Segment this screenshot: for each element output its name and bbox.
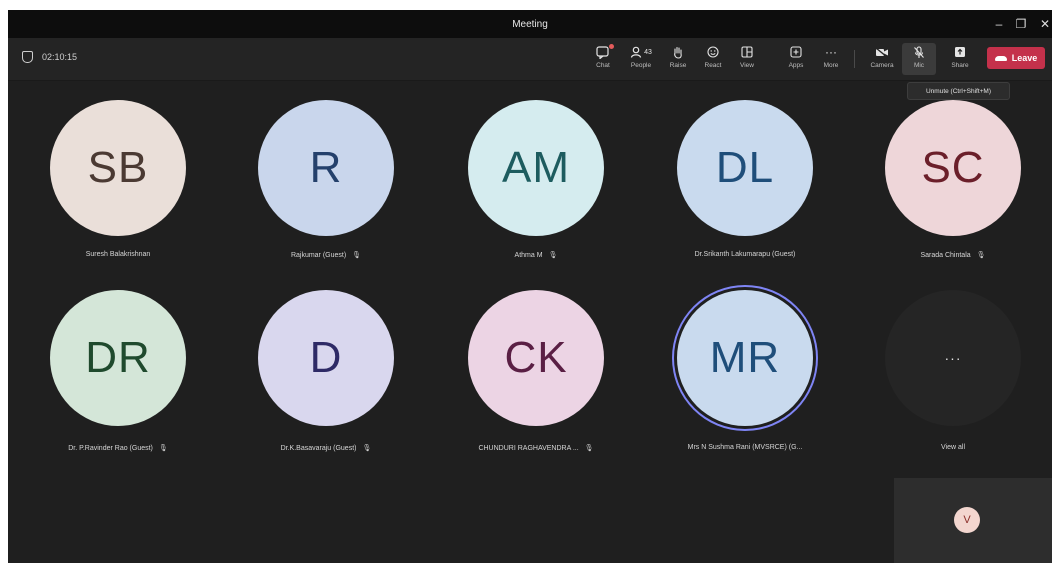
people-count: 43 — [644, 48, 652, 56]
toolbar-divider — [854, 50, 855, 68]
close-icon[interactable]: ✕ — [1032, 10, 1052, 38]
timer-text: 02:10:15 — [42, 52, 78, 62]
title-bar: Meeting – ❐ ✕ — [8, 10, 1052, 38]
participant-name: Suresh Balakrishnan — [13, 251, 223, 258]
people-label: People — [630, 62, 652, 69]
avatar-initials: MR — [709, 333, 781, 382]
avatar-initials: SC — [921, 143, 985, 192]
mic-off-icon — [913, 43, 925, 61]
participant-name-text: Athma M — [514, 251, 543, 259]
participant-name-text: Mrs N Sushma Rani (MVSRCE) (G... — [687, 444, 803, 451]
leave-button[interactable]: Leave — [987, 47, 1045, 69]
apps-button[interactable]: Apps — [779, 43, 813, 75]
participant-name: Sarada Chintala 🎙 — [848, 251, 1052, 260]
participant-name: Athma M 🎙 — [431, 251, 641, 260]
mic-label: Mic — [913, 62, 925, 69]
more-icon: ··· — [825, 45, 837, 59]
phone-hangup-icon — [994, 55, 1007, 61]
view-label: View — [740, 62, 754, 69]
participant-name: Dr.K.Basavaraju (Guest) 🎙 — [221, 444, 431, 453]
participant-name: Mrs N Sushma Rani (MVSRCE) (G... — [640, 444, 850, 451]
participant-avatar[interactable]: SB — [50, 100, 186, 236]
participant-name-text: Rajkumar (Guest) — [290, 251, 347, 259]
share-label: Share — [951, 62, 969, 69]
unread-dot — [609, 44, 614, 49]
maximize-icon[interactable]: ❐ — [1008, 10, 1034, 38]
chat-button[interactable]: Chat — [586, 43, 620, 75]
meeting-toolbar: 02:10:15 Chat 43 People Raise React View… — [8, 38, 1052, 81]
participant-name: Rajkumar (Guest) 🎙 — [221, 251, 431, 260]
participant-avatar[interactable]: AM — [468, 100, 604, 236]
meeting-window: Meeting – ❐ ✕ 02:10:15 Chat 43 People Ra… — [8, 10, 1052, 563]
participant-avatar[interactable]: CK — [468, 290, 604, 426]
view-all-text: View all — [941, 444, 965, 451]
camera-label: Camera — [870, 62, 894, 69]
react-button[interactable]: React — [696, 43, 730, 75]
mic-off-icon: 🎙 — [976, 252, 986, 259]
mic-off-icon: 🎙 — [584, 445, 594, 452]
react-icon — [707, 43, 719, 61]
self-avatar: V — [954, 507, 980, 533]
react-label: React — [704, 62, 722, 69]
mic-off-icon: 🎙 — [352, 252, 362, 259]
participant-name-text: Dr. P.Ravinder Rao (Guest) — [68, 444, 153, 452]
participant-name: Dr.Srikanth Lakumarapu (Guest) — [640, 251, 850, 258]
mic-off-icon: 🎙 — [548, 252, 558, 259]
people-icon: 43 — [630, 43, 652, 61]
view-button[interactable]: View — [730, 43, 764, 75]
people-button[interactable]: 43 People — [624, 43, 658, 75]
mic-off-icon: 🎙 — [158, 445, 168, 452]
avatar-initials: CK — [504, 333, 568, 382]
avatar-initials: D — [309, 333, 343, 382]
leave-label: Leave — [1011, 53, 1038, 63]
avatar-initials: SB — [87, 143, 149, 192]
view-icon — [741, 43, 753, 61]
participant-avatar[interactable]: R — [258, 100, 394, 236]
participant-name: Dr. P.Ravinder Rao (Guest) 🎙 — [13, 444, 223, 453]
avatar-initials: R — [309, 143, 343, 192]
avatar-initials: DL — [715, 143, 775, 192]
more-dots-icon: ··· — [944, 350, 962, 366]
mic-button[interactable]: Mic — [902, 43, 936, 75]
participant-name-text: Dr.K.Basavaraju (Guest) — [280, 444, 357, 452]
participant-avatar[interactable]: SC — [885, 100, 1021, 236]
window-title: Meeting — [512, 18, 548, 30]
more-button[interactable]: ··· More — [814, 43, 848, 75]
self-initials: V — [963, 514, 971, 526]
mic-tooltip: Unmute (Ctrl+Shift+M) — [907, 82, 1010, 100]
share-button[interactable]: Share — [943, 43, 977, 75]
apps-label: Apps — [788, 62, 804, 69]
participant-name-text: Sarada Chintala — [920, 251, 971, 259]
camera-off-icon — [875, 43, 889, 61]
apps-icon — [790, 43, 802, 61]
view-all-label: View all — [848, 444, 1052, 451]
avatar-initials: DR — [85, 333, 151, 382]
participant-name-text: Dr.Srikanth Lakumarapu (Guest) — [694, 251, 796, 258]
self-view-tile[interactable]: V — [894, 478, 1052, 563]
participant-avatar[interactable]: D — [258, 290, 394, 426]
participant-avatar[interactable]: DL — [677, 100, 813, 236]
camera-button[interactable]: Camera — [865, 43, 899, 75]
participant-name-text: Suresh Balakrishnan — [85, 251, 151, 258]
raise-button[interactable]: Raise — [661, 43, 695, 75]
participant-avatar[interactable]: DR — [50, 290, 186, 426]
raise-label: Raise — [669, 62, 687, 69]
view-all-button[interactable]: ··· — [885, 290, 1021, 426]
participant-name-text: CHUNDURI RAGHAVENDRA ... — [478, 444, 579, 452]
chat-icon — [596, 43, 614, 61]
meeting-timer: 02:10:15 — [22, 51, 77, 63]
share-icon — [954, 43, 966, 61]
participant-name: CHUNDURI RAGHAVENDRA ... 🎙 — [431, 444, 641, 453]
mic-off-icon: 🎙 — [362, 445, 372, 452]
raise-hand-icon — [672, 43, 684, 61]
participant-avatar-speaking[interactable]: MR — [677, 290, 813, 426]
chat-label: Chat — [596, 62, 610, 69]
more-label: More — [823, 62, 839, 69]
shield-icon — [22, 51, 33, 63]
avatar-initials: AM — [502, 143, 570, 192]
